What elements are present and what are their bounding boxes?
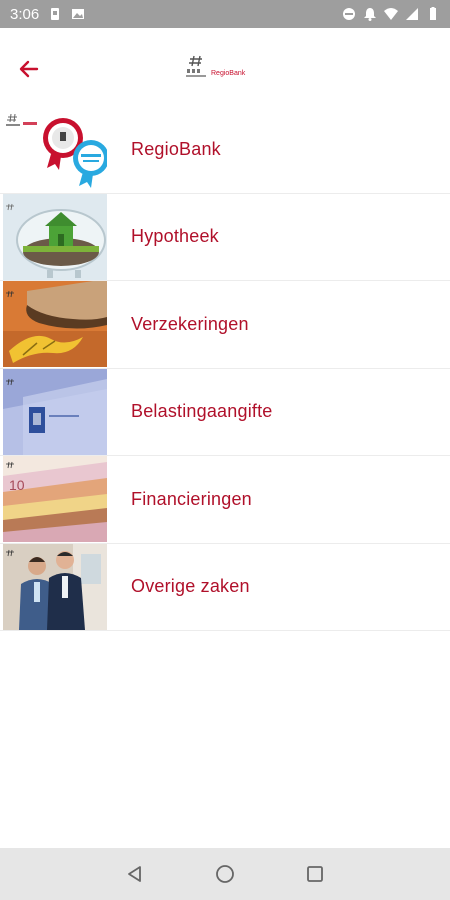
shoe-banana-thumbnail: [3, 281, 107, 367]
list-item-label: RegioBank: [131, 138, 221, 159]
piggybank-house-thumbnail: [3, 193, 107, 280]
system-nav-bar: [0, 848, 450, 900]
nav-home-button[interactable]: [212, 861, 238, 887]
status-bar: 3:06: [0, 0, 450, 28]
back-triangle-icon: [128, 866, 141, 882]
list-item-hypotheek[interactable]: Hypotheek: [0, 193, 450, 281]
list-item-label: Financieringen: [131, 488, 252, 509]
back-button[interactable]: [12, 52, 46, 86]
list-item-belastingaangifte[interactable]: Belastingaangifte: [0, 368, 450, 456]
battery-icon: [430, 7, 436, 20]
nav-recents-button[interactable]: [302, 861, 328, 887]
dnd-icon: [343, 8, 355, 20]
sim-icon: [51, 8, 60, 20]
brand-mark-icon: [186, 55, 206, 77]
menu-list: RegioBank Hypotheek Verzekeringen Belast…: [0, 106, 450, 631]
nav-back-button[interactable]: [122, 861, 148, 887]
regiobank-badges-thumbnail: [3, 106, 107, 192]
arrow-back-icon: [19, 60, 39, 78]
signal-icon: [406, 8, 418, 20]
logo-brand-text: RegioBank: [211, 70, 246, 77]
notification-icon: [364, 8, 376, 21]
list-item-verzekeringen[interactable]: Verzekeringen: [0, 281, 450, 369]
svg-text:10: 10: [9, 477, 25, 493]
list-item-regiobank[interactable]: RegioBank: [0, 106, 450, 194]
banknotes-thumbnail: 10: [3, 456, 107, 542]
tax-envelope-thumbnail: [3, 368, 107, 455]
list-item-overige-zaken[interactable]: Overige zaken: [0, 543, 450, 631]
recents-square-icon: [307, 866, 323, 882]
list-item-label: Overige zaken: [131, 576, 250, 597]
image-icon: [72, 9, 85, 19]
app-logo: RegioBank: [184, 52, 246, 88]
list-item-label: Hypotheek: [131, 226, 219, 247]
list-item-label: Verzekeringen: [131, 313, 249, 334]
home-circle-icon: [216, 865, 234, 883]
list-item-financieringen[interactable]: 10 Financieringen: [0, 456, 450, 544]
list-item-label: Belastingaangifte: [131, 401, 273, 422]
app-bar: RegioBank: [0, 28, 450, 106]
two-advisors-thumbnail: [3, 543, 107, 630]
wifi-icon: [384, 8, 398, 20]
status-time: 3:06: [10, 5, 40, 23]
